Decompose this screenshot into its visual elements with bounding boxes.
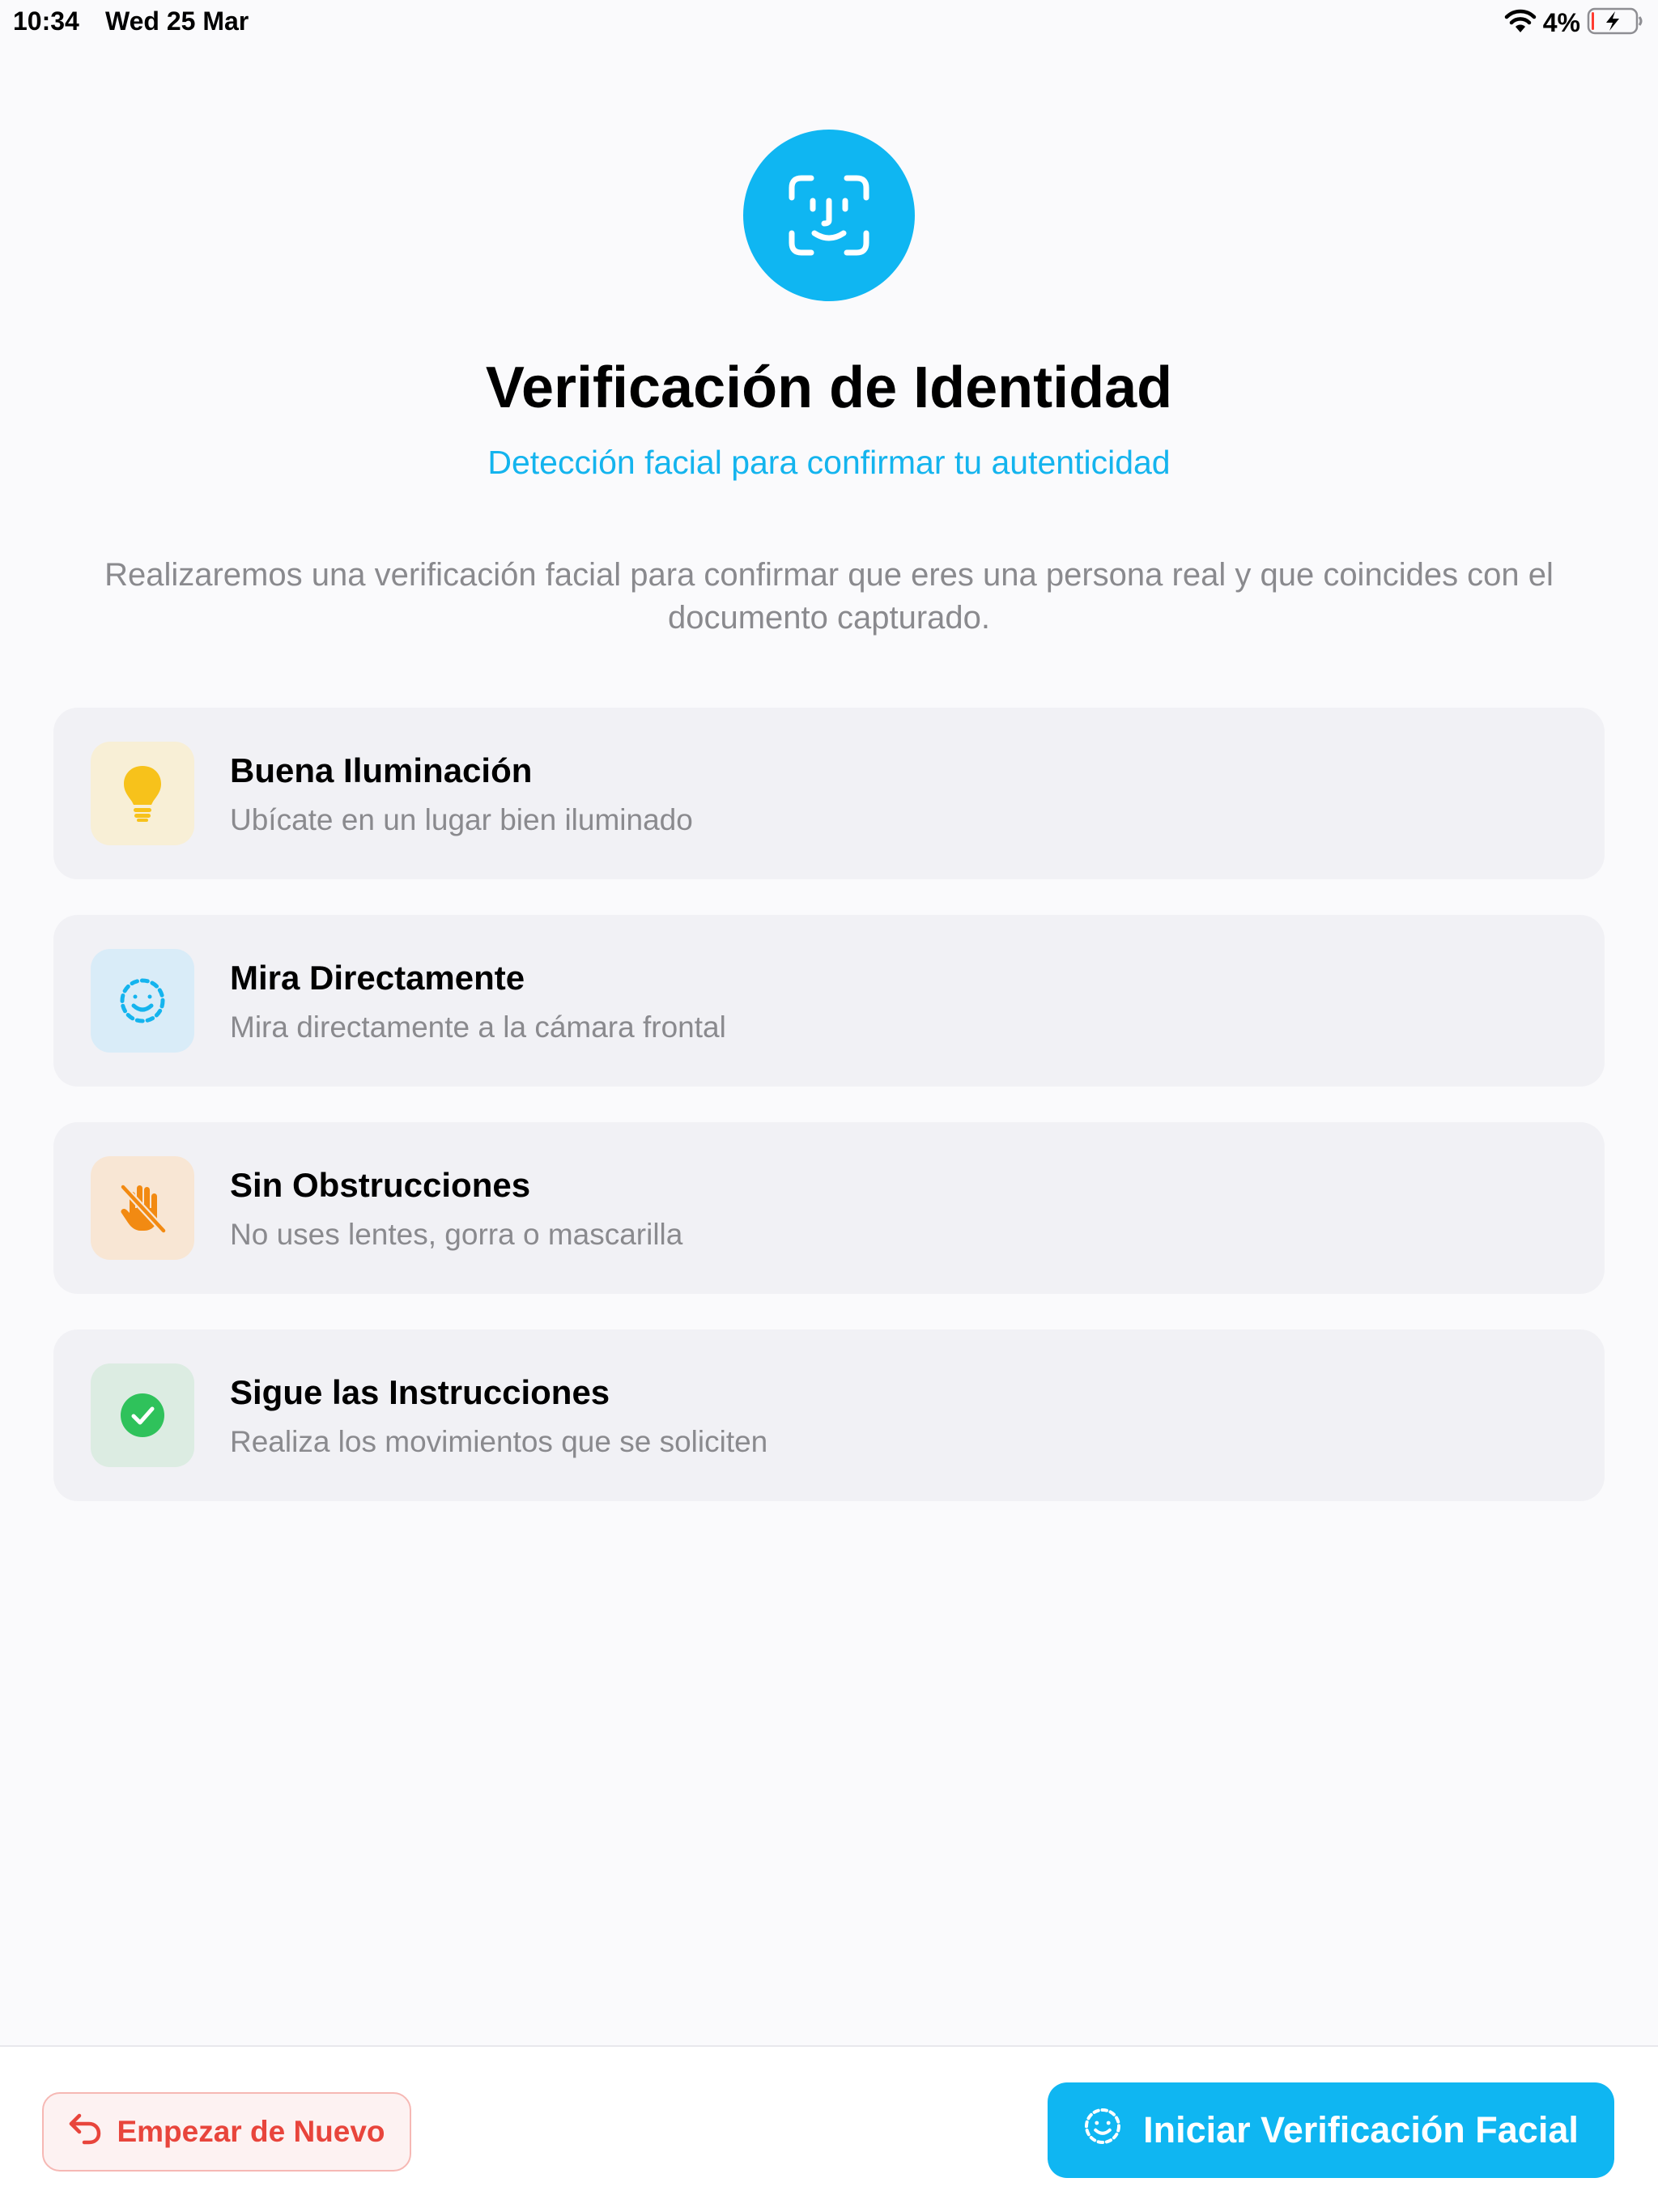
tip-title: Sin Obstrucciones bbox=[230, 1166, 531, 1204]
tip-title: Buena Iluminación bbox=[230, 751, 533, 789]
tip-description: No uses lentes, gorra o mascarilla bbox=[230, 1218, 683, 1251]
tip-card-look-direct: Mira Directamente Mira directamente a la… bbox=[53, 915, 1605, 1087]
battery-percentage: 4% bbox=[1542, 7, 1580, 37]
tip-title: Mira Directamente bbox=[230, 959, 525, 997]
tip-description: Mira directamente a la cámara frontal bbox=[230, 1010, 726, 1044]
start-button-label: Iniciar Verificación Facial bbox=[1143, 2109, 1579, 2150]
tips-list: Buena Iluminación Ubícate en un lugar bi… bbox=[53, 708, 1605, 1537]
wifi-icon bbox=[1504, 8, 1537, 38]
lightbulb-icon bbox=[91, 742, 194, 845]
tip-card-no-obstructions: Sin Obstrucciones No uses lentes, gorra … bbox=[53, 1122, 1605, 1294]
face-dashed-icon bbox=[1083, 2107, 1122, 2155]
tip-description: Ubícate en un lugar bien iluminado bbox=[230, 803, 693, 836]
start-face-verification-button[interactable]: Iniciar Verificación Facial bbox=[1048, 2082, 1614, 2178]
checkmark-circle-icon bbox=[91, 1363, 194, 1467]
bottom-action-bar: Empezar de Nuevo Iniciar Verificación Fa… bbox=[0, 2045, 1658, 2212]
undo-arrow-icon bbox=[68, 2112, 102, 2152]
tip-card-follow-instructions: Sigue las Instrucciones Realiza los movi… bbox=[53, 1329, 1605, 1501]
battery-charging-icon bbox=[1587, 6, 1645, 40]
hand-slash-icon bbox=[91, 1156, 194, 1260]
restart-button-label: Empezar de Nuevo bbox=[117, 2115, 385, 2148]
face-verification-screen: 10:34 Wed 25 Mar 4% Verificación de Iden… bbox=[0, 0, 1658, 2212]
face-dashed-icon bbox=[91, 949, 194, 1053]
status-bar: 10:34 Wed 25 Mar 4% bbox=[0, 0, 1658, 45]
tip-card-lighting: Buena Iluminación Ubícate en un lugar bi… bbox=[53, 708, 1605, 879]
tip-title: Sigue las Instrucciones bbox=[230, 1373, 610, 1411]
page-description: Realizaremos una verificación facial par… bbox=[104, 557, 1554, 636]
status-time: 10:34 bbox=[13, 6, 79, 36]
face-id-icon bbox=[743, 130, 915, 301]
page-subtitle: Detección facial para confirmar tu auten… bbox=[487, 444, 1171, 481]
status-date: Wed 25 Mar bbox=[105, 6, 249, 36]
page-title: Verificación de Identidad bbox=[485, 355, 1173, 420]
restart-button[interactable]: Empezar de Nuevo bbox=[42, 2092, 411, 2172]
status-indicators: 4% bbox=[1504, 6, 1645, 39]
tip-description: Realiza los movimientos que se soliciten bbox=[230, 1425, 768, 1458]
